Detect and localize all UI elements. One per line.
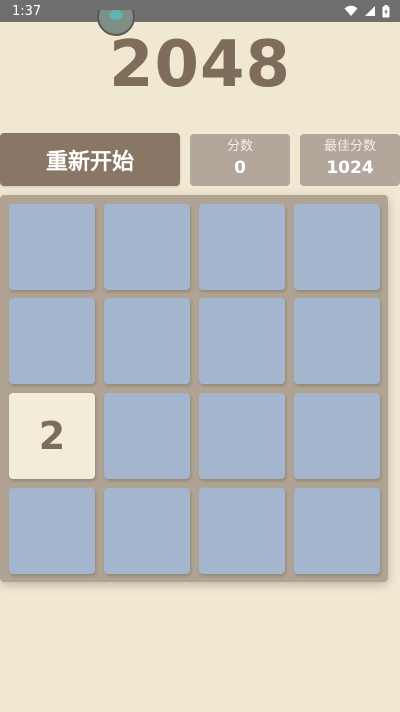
tile	[9, 204, 95, 290]
tile	[294, 393, 380, 479]
score-label: 分数	[226, 139, 253, 154]
signal-icon	[364, 5, 376, 17]
tile	[104, 298, 190, 384]
tile	[199, 393, 285, 479]
tile	[104, 488, 190, 574]
tile	[199, 204, 285, 290]
wifi-icon	[344, 5, 358, 17]
best-score-box: 最佳分数 1024	[300, 134, 400, 186]
status-bar: 1:37	[0, 0, 400, 22]
status-icons	[344, 4, 390, 18]
tile	[9, 488, 95, 574]
tile	[104, 393, 190, 479]
best-score-value: 1024	[326, 158, 374, 178]
tile: 2	[9, 393, 95, 479]
game-title: 2048	[108, 28, 292, 102]
tile	[294, 298, 380, 384]
game-board[interactable]: 2	[0, 195, 388, 582]
score-box: 分数 0	[190, 134, 290, 186]
tile	[294, 204, 380, 290]
tile	[294, 488, 380, 574]
status-time: 1:37	[12, 3, 42, 19]
tile	[199, 298, 285, 384]
restart-button[interactable]: 重新开始	[0, 133, 180, 186]
score-value: 0	[234, 158, 246, 178]
tile	[199, 488, 285, 574]
tile	[9, 298, 95, 384]
battery-icon	[382, 4, 390, 18]
best-score-label: 最佳分数	[323, 139, 376, 154]
tile	[104, 204, 190, 290]
